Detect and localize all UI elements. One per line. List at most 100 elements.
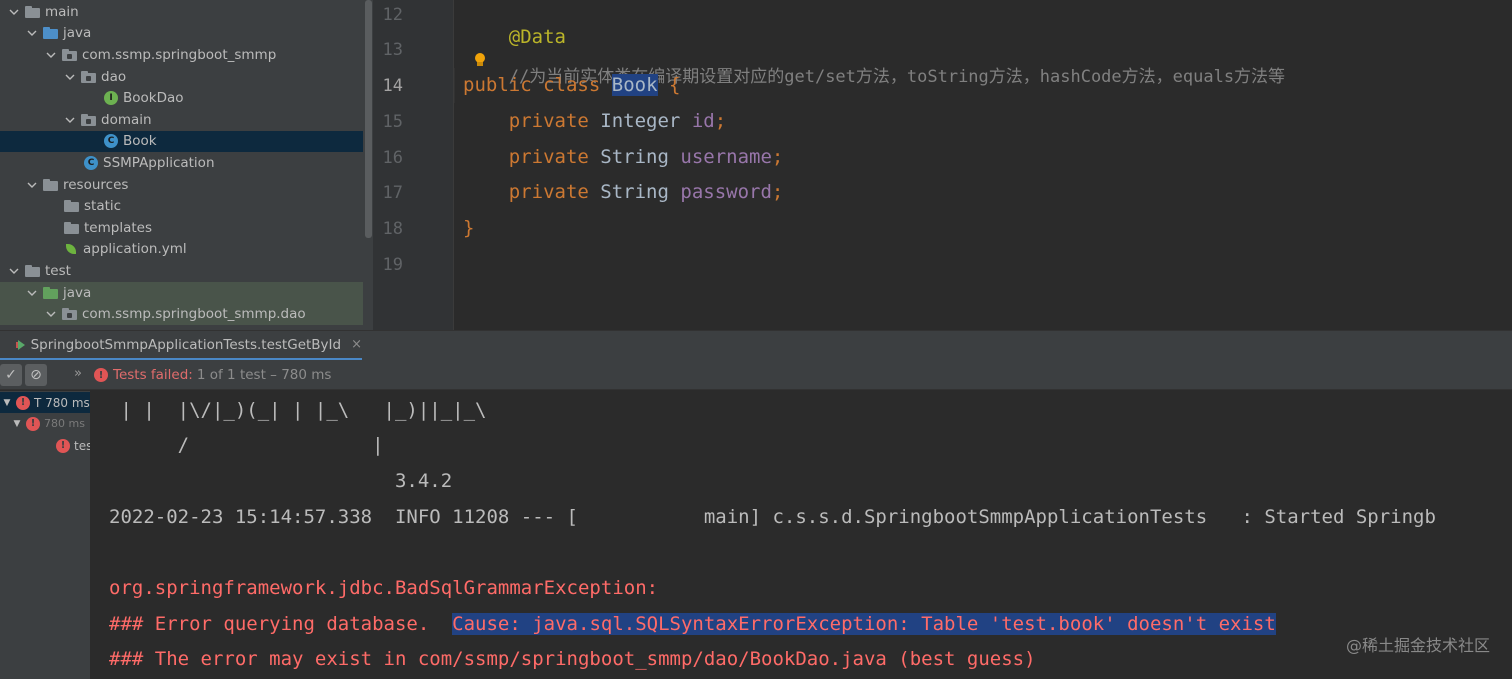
test-tree-method[interactable]: ! tes [0, 435, 90, 456]
tree-item-ssmpapplication[interactable]: C SSMPApplication [0, 152, 363, 174]
test-source-folder-icon [43, 286, 58, 299]
keyword: public [463, 74, 532, 96]
test-tree-label: tes [74, 438, 90, 453]
open-brace: { [668, 74, 681, 96]
editor-gutter: 12 13 14 15 16 17 18 19 [373, 0, 454, 330]
test-status: ! Tests failed: 1 of 1 test – 780 ms [94, 367, 331, 383]
tests-summary: 1 of 1 test – 780 ms [196, 367, 332, 383]
tree-item-test-java[interactable]: java [0, 281, 373, 304]
line-number: 12 [382, 5, 403, 25]
tree-item-dao[interactable]: dao [0, 66, 363, 88]
folder-icon [25, 5, 40, 18]
console-line: 3.4.2 [109, 470, 453, 492]
error-icon: ! [94, 368, 108, 382]
package-icon [81, 70, 96, 83]
chevron-down-icon[interactable] [8, 6, 20, 18]
semicolon: ; [771, 146, 784, 168]
folder-icon [64, 221, 79, 234]
console-error-line: ### Error querying database. Cause: java… [109, 613, 1276, 635]
tree-item-label: com.ssmp.springboot_smmp.dao [82, 306, 306, 323]
run-tab[interactable]: SpringbootSmmpApplicationTests.testGetBy… [0, 331, 362, 361]
tree-item-label: domain [101, 111, 152, 128]
keyword: class [543, 74, 601, 96]
package-icon [62, 48, 77, 61]
project-tree: main java com.ssmp.springboot_smmp dao I… [0, 0, 373, 330]
checkmark-icon: ✓ [5, 367, 17, 383]
chevron-down-icon[interactable] [26, 287, 38, 299]
chevron-down-icon[interactable] [64, 71, 76, 83]
tree-item-resources[interactable]: resources [0, 174, 363, 196]
close-icon[interactable]: × [351, 337, 362, 352]
line-number: 13 [382, 40, 403, 60]
code-editor[interactable]: @Data //为当前实体类在编译期设置对应的get/set方法，toStrin… [455, 0, 1512, 330]
tree-item-label: static [84, 198, 122, 215]
chevron-down-icon[interactable] [26, 179, 38, 191]
class-icon: C [104, 134, 118, 149]
tree-item-label: resources [63, 176, 129, 193]
tree-item-application-yml[interactable]: application.yml [0, 239, 363, 261]
tree-item-book[interactable]: C Book [0, 130, 363, 153]
tree-item-package-root[interactable]: com.ssmp.springboot_smmp [0, 44, 363, 66]
semicolon: ; [714, 110, 727, 132]
selected-error-cause[interactable]: Cause: java.sql.SQLSyntaxErrorException:… [452, 613, 1276, 635]
console-line: / | [109, 434, 384, 456]
show-ignored-button[interactable]: ⊘ [25, 364, 47, 386]
console-output[interactable]: | | |\/|_)(_| | |_\ |_)||_|_\ / | 3.4.2 … [90, 391, 1512, 679]
tree-item-label: Book [123, 133, 157, 150]
tree-item-label: test [45, 262, 71, 279]
tree-item-domain[interactable]: domain [0, 109, 363, 131]
chevron-down-icon[interactable] [45, 308, 57, 320]
line-number: 19 [382, 255, 403, 275]
tree-item-static[interactable]: static [0, 195, 363, 217]
line-number: 14 [382, 76, 403, 96]
tree-item-java[interactable]: java [0, 23, 363, 45]
tree-item-main[interactable]: main [0, 1, 363, 23]
chevron-down-icon[interactable] [26, 27, 38, 39]
keyword: private [508, 181, 589, 203]
show-passed-button[interactable]: ✓ [0, 364, 22, 386]
scrollbar-thumb[interactable] [365, 0, 372, 238]
tree-item-test-package[interactable]: com.ssmp.springboot_smmp.dao [0, 303, 373, 325]
close-brace: } [463, 217, 475, 239]
lightbulb-icon[interactable] [474, 53, 485, 67]
class-name[interactable]: Book [611, 74, 658, 96]
test-tree-class[interactable]: ▼ ! 780 ms [0, 413, 85, 434]
tree-item-label: main [45, 3, 79, 20]
console-error-line: ### The error may exist in com/ssmp/spri… [109, 648, 1036, 670]
tree-item-bookdao[interactable]: I BookDao [0, 87, 363, 109]
chevron-down-icon[interactable]: ▼ [0, 398, 14, 408]
folder-icon [64, 200, 79, 213]
test-results-tree: ▼ ! T 780 ms ▼ ! 780 ms ! tes [0, 391, 90, 679]
code-line-15: private Integer id; [463, 110, 726, 132]
run-toolbar: ✓ ⊘ » ! Tests failed: 1 of 1 test – 780 … [0, 360, 1512, 390]
test-tree-label: 780 ms [44, 417, 85, 430]
watermark: @稀土掘金技术社区 [1345, 636, 1490, 655]
folder-icon [25, 264, 40, 277]
line-number: 17 [382, 183, 403, 203]
tree-item-label: SSMPApplication [103, 154, 215, 171]
run-tab-bar: SpringbootSmmpApplicationTests.testGetBy… [0, 330, 1512, 361]
console-line: | | |\/|_)(_| | |_\ |_)||_|_\ [109, 399, 487, 421]
keyword: private [508, 110, 589, 132]
test-tree-root[interactable]: ▼ ! T 780 ms [0, 392, 90, 413]
chevron-down-icon[interactable] [45, 49, 57, 61]
code-line-16: private String username; [463, 146, 784, 168]
interface-icon: I [104, 91, 118, 106]
code-line-17: private String password; [463, 181, 784, 203]
tree-item-test[interactable]: test [0, 260, 363, 282]
error-icon: ! [16, 395, 30, 410]
chevron-down-icon[interactable]: ▼ [10, 419, 24, 429]
chevron-down-icon[interactable] [64, 114, 76, 126]
console-line: 2022-02-23 15:14:57.338 INFO 11208 --- [… [109, 506, 1436, 528]
chevron-down-icon[interactable] [8, 265, 20, 277]
line-number: 18 [382, 219, 403, 239]
field-name: id [691, 110, 715, 132]
package-icon [81, 113, 96, 126]
project-tree-scrollbar[interactable] [363, 0, 373, 330]
console-error-line: org.springframework.jdbc.BadSqlGrammarEx… [109, 577, 659, 599]
package-icon [62, 308, 77, 321]
more-actions-icon[interactable]: » [74, 366, 82, 381]
tree-item-templates[interactable]: templates [0, 217, 363, 239]
field-name: username [680, 146, 772, 168]
semicolon: ; [771, 181, 784, 203]
